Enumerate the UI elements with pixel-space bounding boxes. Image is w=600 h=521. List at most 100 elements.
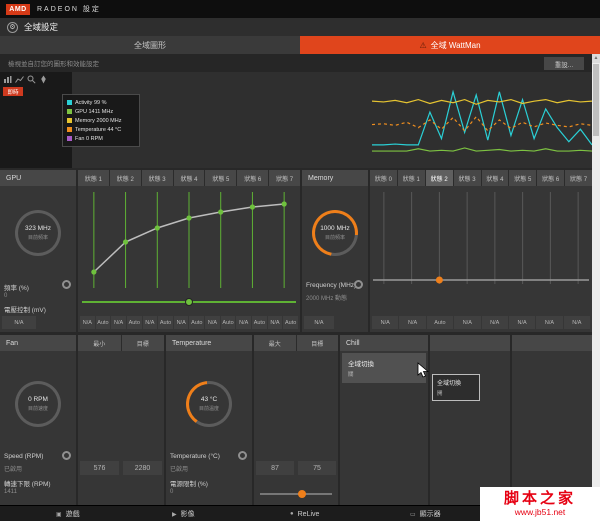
histogram-icon[interactable] — [3, 75, 12, 84]
gpu-voltage-value-box[interactable]: N/A — [2, 316, 36, 329]
memory-state-tab-0[interactable]: 狀態 0 — [370, 170, 397, 186]
scrollbar-thumb[interactable] — [593, 64, 599, 136]
gpu-state-tab-5[interactable]: 狀態 6 — [237, 170, 269, 186]
memory-state-tab-5[interactable]: 狀態 5 — [509, 170, 537, 186]
gpu-panel-title: GPU — [0, 170, 76, 186]
performance-chart — [372, 84, 592, 162]
taskbar-item-relive[interactable]: ● ReLive — [290, 506, 319, 521]
taskbar-item-display[interactable]: ▭ 顯示器 — [410, 506, 441, 521]
temperature-gauge-value: 43 °C — [200, 396, 218, 403]
temperature-slider-handle[interactable] — [297, 490, 306, 498]
gpu-state-tab-1[interactable]: 狀態 2 — [109, 170, 141, 186]
temperature-value-box-1[interactable]: 75 — [298, 461, 336, 475]
memory-gauge-caption: 目前頻率 — [324, 235, 345, 241]
memory-state-tab-7[interactable]: 狀態 7 — [565, 170, 592, 186]
line-chart-icon[interactable] — [15, 75, 24, 84]
memory-state-value-0[interactable]: N/A — [372, 316, 399, 329]
taskbar-label-gaming: 遊戲 — [65, 511, 80, 518]
gpu-state-value-0[interactable]: N/A — [80, 316, 95, 329]
monitor-series-gpu — [372, 148, 592, 151]
memory-state-value-4[interactable]: N/A — [481, 316, 508, 329]
fan-speed-label: Speed (RPM) — [4, 453, 44, 460]
memory-state-value-5[interactable]: N/A — [508, 316, 536, 329]
temperature-toggle[interactable] — [238, 451, 247, 460]
memory-state-value-1[interactable]: N/A — [399, 316, 426, 329]
titlebar: AMD RADEON 設定 — [0, 0, 600, 18]
gpu-slider-handle[interactable] — [184, 298, 193, 306]
memory-state-tab-4[interactable]: 狀態 4 — [481, 170, 509, 186]
gpu-state-value-9[interactable]: Auto — [220, 316, 236, 329]
pin-icon[interactable] — [39, 75, 48, 84]
temperature-slider-track[interactable] — [260, 493, 332, 495]
reset-button[interactable]: 重設... — [544, 57, 584, 70]
gpu-state-tab-4[interactable]: 狀態 5 — [205, 170, 237, 186]
gpu-state-value-3[interactable]: Auto — [126, 316, 142, 329]
chill-global-toggle[interactable]: 全域切換 關 — [342, 353, 426, 383]
live-range-badge[interactable]: 即時 — [3, 87, 23, 96]
gpu-state-handle-2[interactable] — [154, 225, 160, 231]
fan-speed-toggle[interactable] — [62, 451, 71, 460]
gpu-state-value-11[interactable]: Auto — [252, 316, 267, 329]
gpu-state-value-8[interactable]: N/A — [205, 316, 220, 329]
memory-state-tab-2[interactable]: 狀態 2 — [425, 170, 453, 186]
gpu-state-value-13[interactable]: Auto — [283, 316, 298, 329]
gpu-state-tab-0[interactable]: 狀態 1 — [78, 170, 109, 186]
memory-frequency-toggle[interactable] — [354, 280, 363, 289]
gpu-state-value-12[interactable]: N/A — [267, 316, 283, 329]
gpu-state-value-7[interactable]: Auto — [189, 316, 205, 329]
chill-toggle-value: 關 — [348, 372, 354, 378]
vertical-scrollbar[interactable]: ▲ ▼ — [592, 54, 600, 505]
gpu-state-tab-6[interactable]: 狀態 7 — [269, 170, 301, 186]
search-icon[interactable] — [27, 75, 36, 84]
memory-state-value-3[interactable]: N/A — [454, 316, 481, 329]
gpu-frequency-toggle[interactable] — [62, 280, 71, 289]
gpu-frequency-label: 頻率 (%) — [4, 285, 29, 292]
tab-global-graphics[interactable]: 全域圖形 — [0, 36, 300, 54]
gpu-state-handle-6[interactable] — [281, 201, 287, 207]
gpu-state-handle-0[interactable] — [91, 269, 97, 275]
gpu-state-value-6[interactable]: N/A — [173, 316, 189, 329]
fan-column-header-0[interactable]: 最小 — [78, 335, 121, 351]
temperature-column-header-1[interactable]: 目標 — [296, 335, 338, 351]
memory-voltage-value-box[interactable]: N/A — [304, 316, 334, 329]
fan-panel-title: Fan — [0, 335, 76, 351]
temperature-panel: Temperature 43 °C 目前溫度 Temperature (°C) … — [166, 335, 252, 505]
temperature-column-header-0[interactable]: 最大 — [254, 335, 296, 351]
gpu-state-value-10[interactable]: N/A — [236, 316, 252, 329]
memory-state-tab-3[interactable]: 狀態 3 — [453, 170, 481, 186]
gpu-state-handle-4[interactable] — [218, 209, 224, 215]
taskbar-item-gaming[interactable]: ▣ 遊戲 — [56, 506, 80, 521]
gpu-state-value-2[interactable]: N/A — [111, 316, 126, 329]
gpu-state-value-4[interactable]: N/A — [142, 316, 158, 329]
tab-global-wattman[interactable]: ⚠ 全域 WattMan — [300, 36, 600, 54]
gpu-state-handle-3[interactable] — [186, 215, 192, 221]
gpu-state-handle-5[interactable] — [249, 204, 256, 210]
gpu-state-handle-1[interactable] — [122, 239, 129, 245]
memory-state-value-7[interactable]: N/A — [563, 316, 590, 329]
fan-column-header-1[interactable]: 目標 — [121, 335, 164, 351]
gear-icon[interactable]: ⚙ — [7, 21, 18, 33]
memory-state-tab-6[interactable]: 狀態 6 — [537, 170, 565, 186]
temperature-value-box-0[interactable]: 87 — [256, 461, 294, 475]
legend-item: Memory 2000 MHz — [67, 116, 135, 125]
scroll-up-arrow[interactable]: ▲ — [592, 54, 600, 63]
memory-state-value-2[interactable]: Auto — [426, 316, 454, 329]
gpu-state-tab-2[interactable]: 狀態 3 — [141, 170, 173, 186]
temperature-label: Temperature (°C) — [170, 453, 220, 460]
empty-panel-2-header — [512, 335, 592, 351]
taskbar-item-video[interactable]: ▶ 影像 — [172, 506, 195, 521]
gpu-state-tab-3[interactable]: 狀態 4 — [173, 170, 205, 186]
display-icon: ▭ — [410, 511, 416, 518]
mouse-cursor-icon — [417, 362, 429, 378]
memory-slider-handle[interactable] — [435, 276, 443, 284]
temperature-column-values: 87 75 — [256, 461, 336, 475]
gpu-state-value-1[interactable]: Auto — [95, 316, 111, 329]
memory-state-tab-1[interactable]: 狀態 1 — [397, 170, 425, 186]
gpu-state-value-5[interactable]: Auto — [158, 316, 173, 329]
fan-gauge-caption: 目前速度 — [27, 406, 48, 412]
legend-item: Activity 99 % — [67, 98, 135, 107]
fan-value-box-1[interactable]: 2280 — [123, 461, 162, 475]
memory-state-value-6[interactable]: N/A — [536, 316, 563, 329]
fan-value-box-0[interactable]: 576 — [80, 461, 119, 475]
gpu-gauge-caption: 目前頻率 — [27, 235, 48, 241]
